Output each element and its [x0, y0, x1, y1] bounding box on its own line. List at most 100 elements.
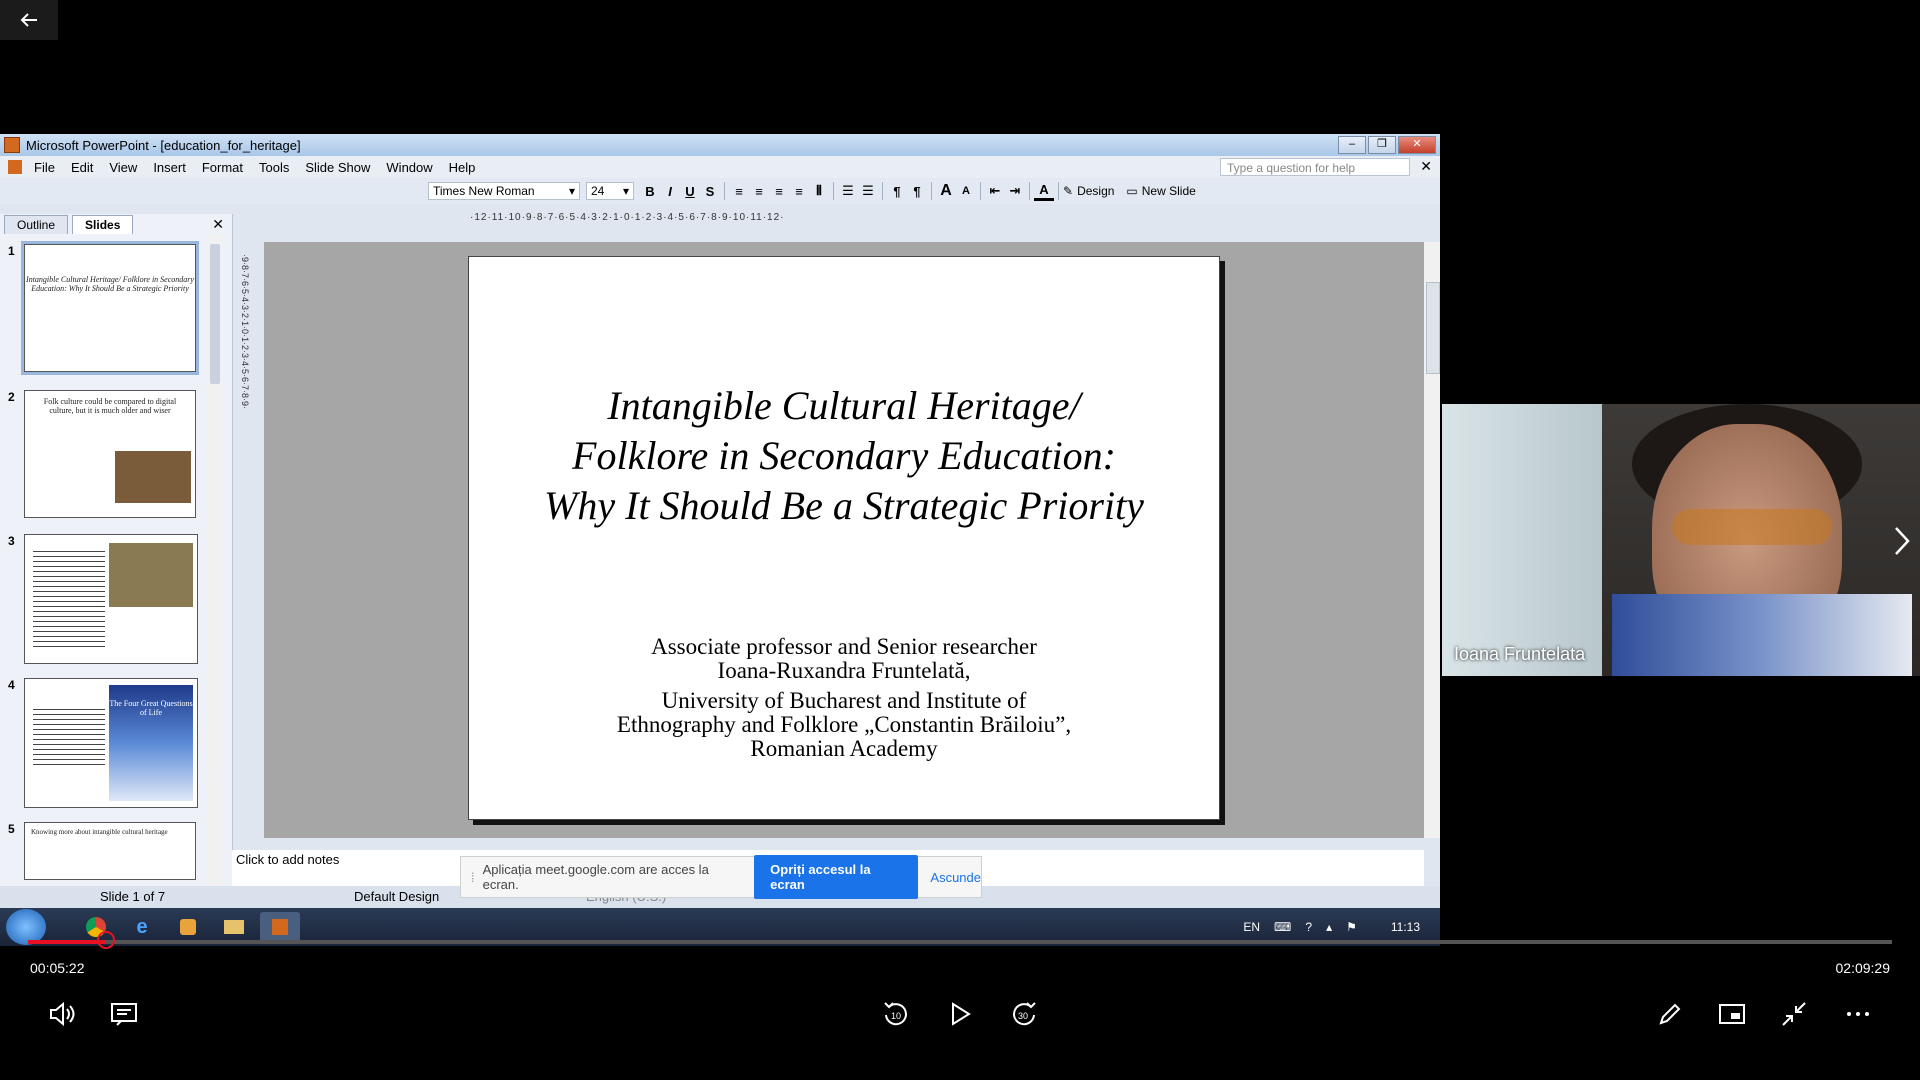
align-left-icon[interactable]: ≡	[729, 181, 749, 201]
minimize-button[interactable]: –	[1338, 136, 1366, 154]
seek-bar[interactable]	[28, 931, 1892, 949]
increase-font-icon[interactable]: A	[936, 181, 956, 201]
numbering-icon[interactable]: ☰	[838, 181, 858, 201]
slide-thumbnail-5[interactable]: Knowing more about intangible cultural h…	[24, 822, 196, 880]
new-slide-button[interactable]: New Slide	[1142, 184, 1196, 198]
document-icon[interactable]	[8, 160, 22, 174]
slide-workarea: Intangible Cultural Heritage/ Folklore i…	[264, 242, 1424, 838]
mini-view-button[interactable]	[1714, 996, 1750, 1032]
tab-outline[interactable]: Outline	[4, 215, 69, 234]
shadow-button[interactable]: S	[700, 181, 720, 201]
language-indicator[interactable]: EN	[1243, 920, 1260, 934]
thumb-text-lines	[33, 547, 105, 647]
tab-slides[interactable]: Slides	[72, 215, 134, 234]
menu-help[interactable]: Help	[441, 160, 484, 175]
explorer-icon[interactable]	[214, 912, 254, 942]
clock[interactable]: 11:13	[1391, 920, 1420, 934]
share-message: Aplicația meet.google.com are acces la e…	[482, 862, 709, 892]
thumb-book-cover: The Four Great Questions of Life	[109, 685, 193, 801]
scroll-thumb[interactable]	[1426, 282, 1440, 374]
chevron-down-icon: ▾	[622, 184, 629, 198]
chevron-right-icon[interactable]	[1890, 526, 1914, 556]
menu-file[interactable]: File	[26, 160, 63, 175]
tray-expand-icon[interactable]: ▴	[1326, 920, 1332, 934]
font-name-value: Times New Roman	[433, 184, 535, 198]
slide-scrollbar[interactable]	[1424, 242, 1440, 838]
powerpoint-icon	[4, 137, 20, 153]
keyboard-icon[interactable]: ⌨	[1274, 920, 1291, 934]
font-size-select[interactable]: 24 ▾	[586, 182, 634, 200]
italic-button[interactable]: I	[660, 181, 680, 201]
close-document-icon[interactable]: ✕	[1420, 158, 1432, 175]
pane-scrollbar[interactable]	[208, 234, 222, 886]
slide-thumbnail-3[interactable]	[24, 534, 198, 664]
exit-fullscreen-icon	[1782, 1002, 1806, 1026]
slide-counter: Slide 1 of 7	[100, 889, 166, 904]
forward-30-button[interactable]: 30	[1006, 996, 1042, 1032]
horizontal-ruler: ·12·11·10·9·8·7·6·5·4·3·2·1·0·1·2·3·4·5·…	[470, 212, 785, 223]
slide-subtitle[interactable]: Associate professor and Senior researche…	[469, 635, 1219, 761]
bullets-icon[interactable]: ☰	[858, 181, 878, 201]
slide-canvas[interactable]: Intangible Cultural Heritage/ Folklore i…	[468, 256, 1220, 820]
title-bar: Microsoft PowerPoint - [education_for_he…	[0, 134, 1440, 156]
justify-icon[interactable]: ≡	[789, 181, 809, 201]
help-icon[interactable]: ?	[1305, 920, 1312, 934]
close-pane-icon[interactable]: ✕	[212, 216, 224, 233]
video-person-scarf	[1612, 594, 1912, 676]
thumb-text: Folk culture could be compared to digita…	[43, 397, 177, 415]
video-background-window	[1442, 404, 1602, 676]
scroll-thumb[interactable]	[210, 244, 220, 384]
slide-thumbnail-4[interactable]: The Four Great Questions of Life	[24, 678, 198, 808]
decrease-font-icon[interactable]: A	[956, 181, 976, 201]
hide-banner-button[interactable]: Ascunde	[930, 870, 981, 885]
menu-tools[interactable]: Tools	[251, 160, 297, 175]
total-time: 02:09:29	[1835, 960, 1891, 976]
subtitle-line: Ethnography and Folklore „Constantin Bră…	[616, 712, 1072, 737]
slide-thumbnail-2[interactable]: Folk culture could be compared to digita…	[24, 390, 196, 518]
thumb-photo	[109, 543, 193, 607]
slide-title[interactable]: Intangible Cultural Heritage/ Folklore i…	[469, 381, 1219, 531]
rewind-10-button[interactable]: 10	[878, 996, 914, 1032]
rtl-icon[interactable]: ¶	[907, 181, 927, 201]
menu-window[interactable]: Window	[378, 160, 440, 175]
more-options-button[interactable]	[1840, 996, 1876, 1032]
increase-indent-icon[interactable]: ⇥	[1005, 181, 1025, 201]
edit-button[interactable]	[1652, 996, 1688, 1032]
captions-button[interactable]	[106, 996, 142, 1032]
play-button[interactable]	[942, 996, 978, 1032]
decrease-indent-icon[interactable]: ⇤	[985, 181, 1005, 201]
volume-button[interactable]	[44, 996, 80, 1032]
flag-icon[interactable]: ⚑	[1346, 920, 1357, 934]
ltr-icon[interactable]: ¶	[887, 181, 907, 201]
exit-fullscreen-button[interactable]	[1776, 996, 1812, 1032]
menu-slide-show[interactable]: Slide Show	[297, 160, 378, 175]
design-button[interactable]: Design	[1077, 184, 1114, 198]
menu-format[interactable]: Format	[194, 160, 251, 175]
restore-button[interactable]: ❐	[1368, 136, 1396, 154]
align-right-icon[interactable]: ≡	[769, 181, 789, 201]
drag-handle-icon[interactable]: ⁞	[471, 870, 475, 885]
thumb-text: Intangible Cultural Heritage/ Folklore i…	[26, 275, 194, 293]
font-name-select[interactable]: Times New Roman ▾	[428, 182, 580, 200]
menu-insert[interactable]: Insert	[145, 160, 194, 175]
thumb-number: 1	[8, 244, 15, 258]
menu-view[interactable]: View	[101, 160, 145, 175]
font-color-icon[interactable]: A	[1034, 182, 1054, 201]
more-icon	[1847, 1012, 1869, 1016]
stop-sharing-button[interactable]: Opriți accesul la ecran	[754, 855, 919, 899]
back-button[interactable]	[0, 0, 58, 40]
seek-thumb[interactable]	[96, 931, 115, 949]
media-player-icon[interactable]	[168, 912, 208, 942]
underline-button[interactable]: U	[680, 181, 700, 201]
powerpoint-task-icon[interactable]	[260, 912, 300, 942]
ie-icon[interactable]: e	[122, 912, 162, 942]
menu-edit[interactable]: Edit	[63, 160, 101, 175]
close-button[interactable]: ✕	[1398, 136, 1436, 154]
columns-icon[interactable]: ⫴	[809, 181, 829, 201]
help-search-input[interactable]: Type a question for help	[1220, 158, 1410, 176]
bold-button[interactable]: B	[640, 181, 660, 201]
align-center-icon[interactable]: ≡	[749, 181, 769, 201]
slide-thumbnail-1[interactable]: Intangible Cultural Heritage/ Folklore i…	[21, 241, 199, 375]
participant-video[interactable]: Ioana Fruntelata	[1442, 404, 1920, 676]
svg-text:30: 30	[1018, 1011, 1028, 1021]
